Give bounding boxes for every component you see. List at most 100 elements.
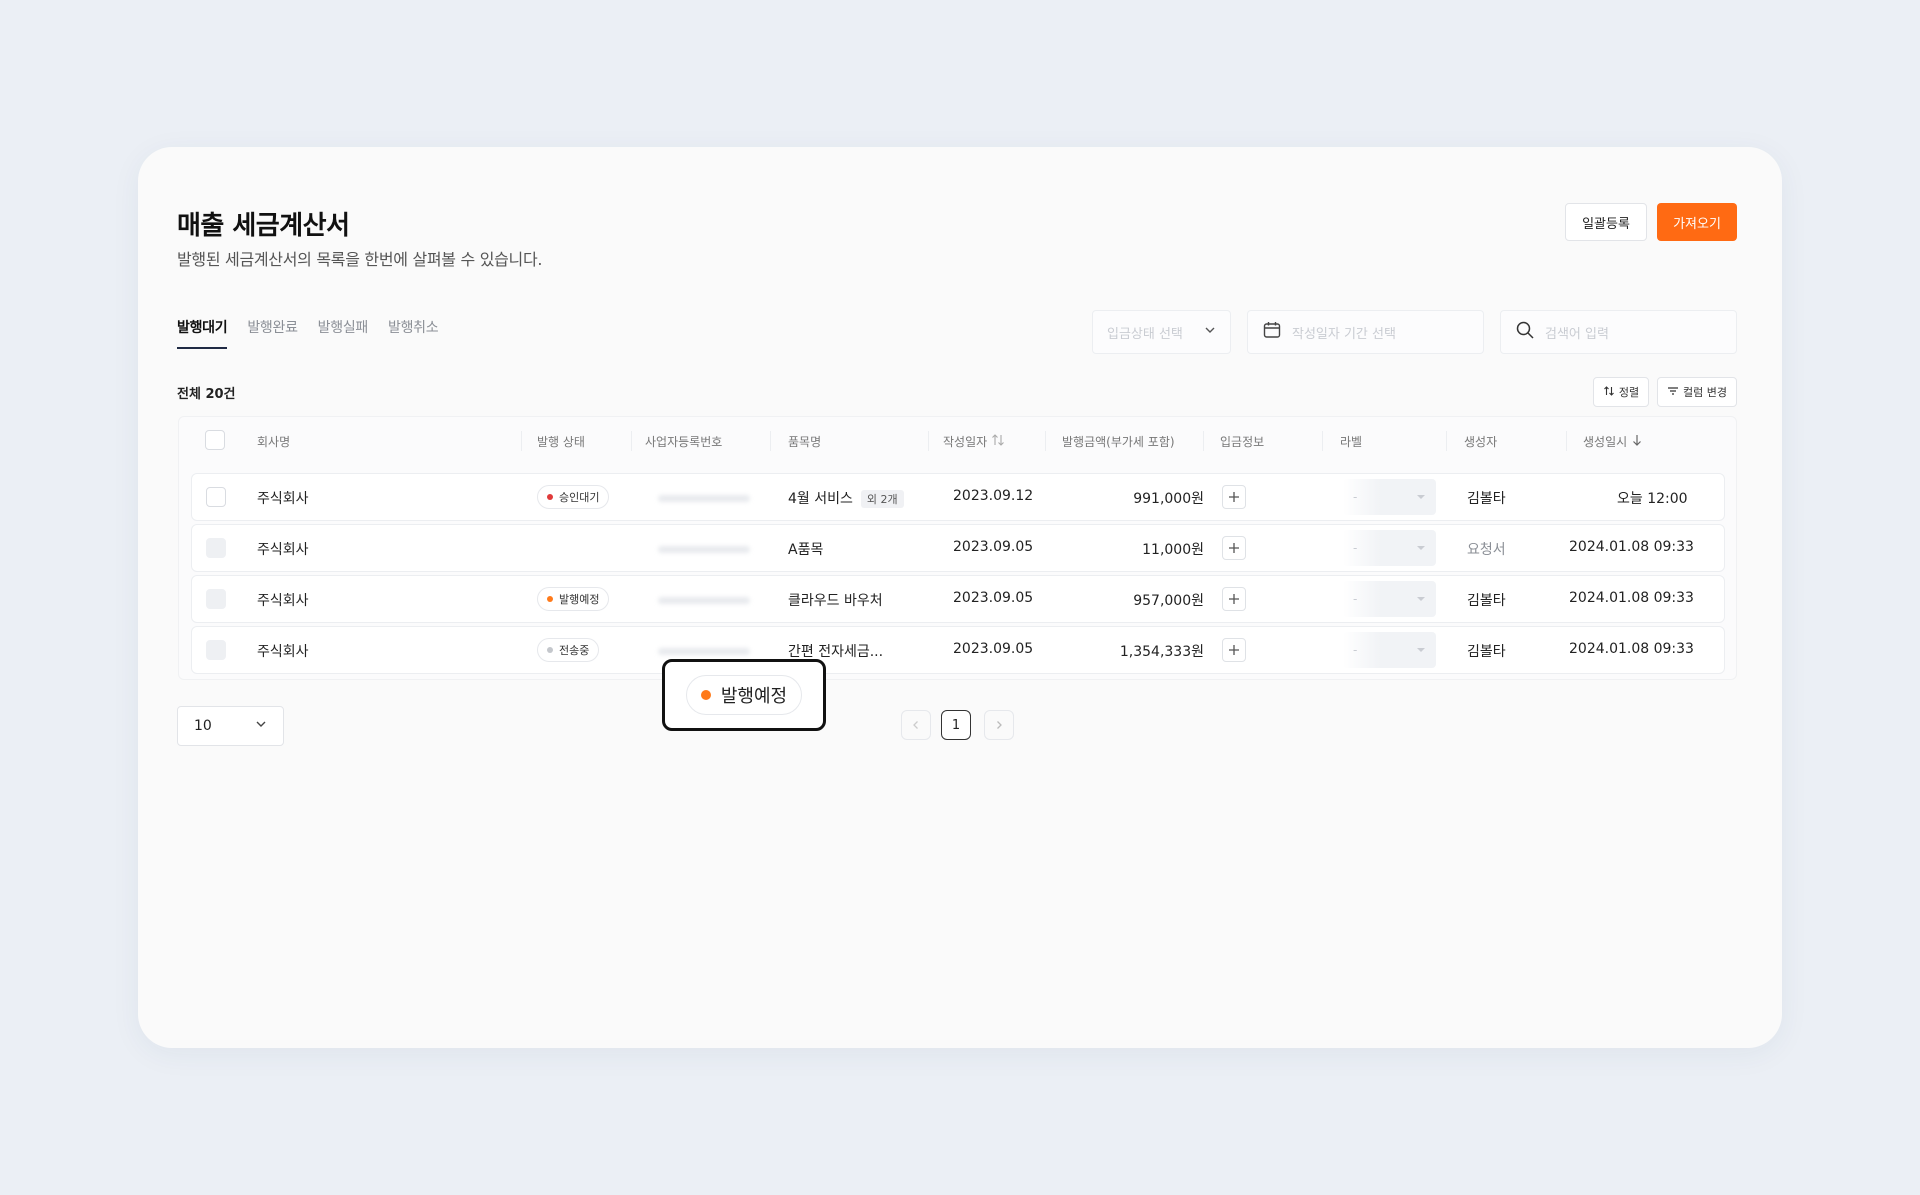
header-divider	[1322, 431, 1323, 451]
label-value: -	[1353, 541, 1358, 555]
caret-down-icon	[1417, 495, 1425, 499]
add-payment-button[interactable]	[1222, 587, 1246, 611]
status-label: 승인대기	[559, 491, 600, 504]
status-dot	[547, 494, 553, 500]
payment-status-select[interactable]: 입금상태 선택	[1092, 310, 1231, 354]
header-divider	[1446, 431, 1447, 451]
page-size-select[interactable]: 10	[177, 706, 284, 746]
status-highlight-callout: 발행예정	[662, 659, 826, 731]
header-item: 품목명	[788, 435, 822, 449]
row-checkbox[interactable]	[206, 487, 226, 507]
filter-icon	[1667, 385, 1679, 400]
header-divider	[1045, 431, 1046, 451]
label-select[interactable]: -	[1343, 479, 1436, 515]
select-all-checkbox[interactable]	[205, 430, 225, 450]
header-created-at[interactable]: 생성일시	[1583, 433, 1643, 450]
tab-failed[interactable]: 발행실패	[318, 317, 369, 349]
plus-icon	[1229, 594, 1239, 604]
header-written-date-label: 작성일자	[943, 435, 988, 449]
sort-button[interactable]: 정렬	[1593, 377, 1649, 407]
chevron-left-icon	[913, 721, 918, 729]
invoice-table: 회사명 발행 상태 사업자등록번호 품목명 작성일자 발행금액(부가세 포함) …	[178, 416, 1737, 680]
date-range-picker[interactable]: 작성일자 기간 선택	[1247, 310, 1484, 354]
add-payment-button[interactable]	[1222, 536, 1246, 560]
status-dot	[700, 690, 711, 700]
item-extra-chip: 외 2개	[860, 490, 904, 508]
header-divider	[928, 431, 929, 451]
amount-cell: 957,000원	[1133, 593, 1204, 609]
row-checkbox[interactable]	[206, 640, 226, 660]
caret-down-icon	[1417, 597, 1425, 601]
creator-cell: 김볼타	[1467, 644, 1506, 660]
written-date-cell: 2023.09.05	[953, 590, 1034, 606]
header-divider	[521, 431, 522, 451]
caret-down-icon	[1417, 546, 1425, 550]
plus-icon	[1229, 645, 1239, 655]
tab-cancelled[interactable]: 발행취소	[388, 317, 439, 349]
tab-issued[interactable]: 발행완료	[247, 317, 298, 349]
status-dot	[547, 647, 553, 653]
status-label: 전송중	[559, 644, 590, 657]
row-checkbox[interactable]	[206, 589, 226, 609]
row-checkbox[interactable]	[206, 538, 226, 558]
written-date-cell: 2023.09.05	[953, 539, 1034, 555]
created-at-cell: 2024.01.08 09:33	[1569, 590, 1694, 606]
search-placeholder: 검색어 입력	[1545, 326, 1609, 342]
company-cell: 주식회사	[257, 491, 309, 507]
caret-down-icon	[1417, 648, 1425, 652]
header-divider	[770, 431, 771, 451]
status-badge: 전송중	[537, 638, 600, 662]
prev-page-button[interactable]	[901, 710, 931, 740]
status-tabs: 발행대기 발행완료 발행실패 발행취소	[177, 317, 458, 349]
tab-pending[interactable]: 발행대기	[177, 317, 228, 349]
company-cell: 주식회사	[257, 593, 309, 609]
header-amount: 발행금액(부가세 포함)	[1062, 435, 1175, 449]
label-select[interactable]: -	[1343, 632, 1436, 668]
table-row[interactable]: 주식회사 A품목 2023.09.05 11,000원 - 요청서 2024.0…	[191, 524, 1725, 572]
label-select[interactable]: -	[1343, 530, 1436, 566]
add-payment-button[interactable]	[1222, 485, 1246, 509]
import-button[interactable]: 가져오기	[1657, 203, 1737, 241]
table-row[interactable]: 주식회사 전송중 간편 전자세금... 2023.09.05 1,354,333…	[191, 626, 1725, 674]
arrow-down-icon[interactable]	[1631, 435, 1643, 449]
label-value: -	[1353, 592, 1358, 606]
table-row[interactable]: 주식회사 발행예정 클라우드 바우처 2023.09.05 957,000원 -…	[191, 575, 1725, 623]
created-at-cell: 오늘 12:00	[1617, 491, 1688, 507]
search-input[interactable]: 검색어 입력	[1500, 310, 1737, 354]
status-label: 발행예정	[720, 686, 788, 707]
biz-no-redacted	[658, 597, 750, 604]
company-cell: 주식회사	[257, 542, 309, 558]
date-range-placeholder: 작성일자 기간 선택	[1292, 326, 1396, 342]
payment-status-placeholder: 입금상태 선택	[1107, 326, 1183, 342]
page-number-button[interactable]: 1	[941, 710, 971, 740]
amount-cell: 1,354,333원	[1119, 644, 1204, 660]
page-title: 매출 세금계산서	[177, 211, 350, 241]
chevron-right-icon	[997, 721, 1002, 729]
item-cell: 4월 서비스 외 2개	[788, 488, 904, 508]
column-settings-label: 컬럼 변경	[1683, 386, 1727, 399]
next-page-button[interactable]	[984, 710, 1014, 740]
status-badge-enlarged: 발행예정	[685, 675, 803, 715]
total-count: 전체 20건	[177, 387, 236, 402]
label-select[interactable]: -	[1343, 581, 1436, 617]
table-row[interactable]: 주식회사 승인대기 4월 서비스 외 2개 2023.09.12 991,000원…	[191, 473, 1725, 521]
column-settings-button[interactable]: 컬럼 변경	[1657, 377, 1737, 407]
bulk-register-button[interactable]: 일괄등록	[1565, 203, 1647, 241]
add-payment-button[interactable]	[1222, 638, 1246, 662]
item-cell: A품목	[788, 542, 824, 558]
calendar-icon	[1262, 320, 1282, 344]
status-badge: 발행예정	[537, 587, 610, 611]
biz-no-redacted	[658, 648, 750, 655]
written-date-cell: 2023.09.12	[953, 488, 1034, 504]
page-subtitle: 발행된 세금계산서의 목록을 한번에 살펴볼 수 있습니다.	[177, 250, 543, 269]
sort-icon[interactable]	[991, 434, 1005, 449]
header-divider	[631, 431, 632, 451]
sort-icon	[1603, 385, 1615, 400]
search-icon	[1515, 320, 1535, 344]
biz-no-redacted	[658, 495, 750, 502]
header-divider	[1203, 431, 1204, 451]
item-cell: 간편 전자세금...	[788, 644, 884, 660]
created-at-cell: 2024.01.08 09:33	[1569, 641, 1694, 657]
header-written-date[interactable]: 작성일자	[943, 433, 1005, 450]
plus-icon	[1229, 492, 1239, 502]
